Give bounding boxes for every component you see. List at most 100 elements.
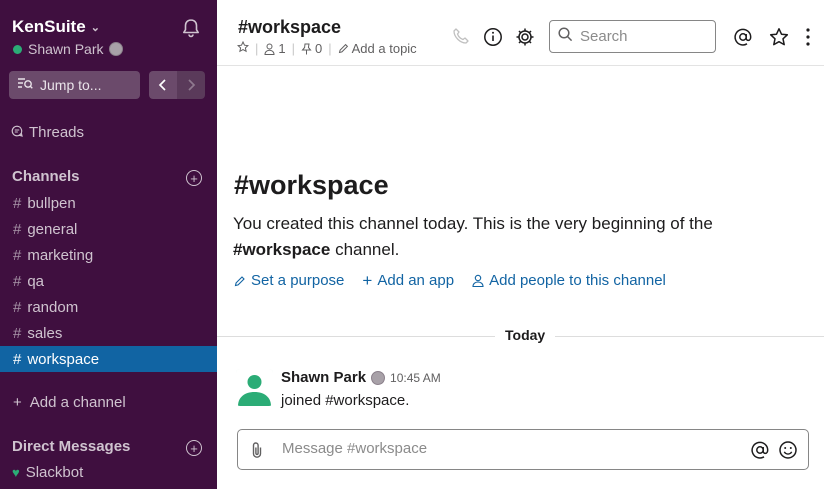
hash-icon: # <box>13 298 22 316</box>
hash-icon: # <box>13 220 22 238</box>
status-emoji-icon <box>371 370 386 385</box>
channel-label: random <box>27 298 79 316</box>
chevron-down-icon: ⌄ <box>90 21 100 34</box>
intro-text-prefix: You created this channel today. This is … <box>233 214 713 233</box>
jump-to-icon <box>17 77 33 94</box>
add-channel-label: Add a channel <box>29 394 126 411</box>
chevron-left-icon <box>158 79 166 91</box>
channel-list: # bullpen # general # marketing # qa # random… <box>0 190 217 372</box>
pins-button[interactable]: 0 <box>301 41 322 56</box>
current-user[interactable]: Shawn Park <box>13 41 124 57</box>
sidebar-item-slackbot[interactable]: ♥ Slackbot <box>12 464 83 481</box>
more-vertical-icon[interactable] <box>805 27 811 52</box>
info-icon[interactable] <box>483 27 503 52</box>
channels-heading[interactable]: Channels <box>12 168 80 185</box>
search-icon <box>558 27 573 46</box>
sidebar-item-threads[interactable]: Threads <box>11 124 84 141</box>
hash-icon: # <box>13 350 22 368</box>
gear-icon[interactable] <box>515 27 535 52</box>
history-back-button[interactable] <box>149 71 177 99</box>
channel-meta: | 1 | 0 | Add a topic <box>236 40 417 56</box>
intro-channel-name[interactable]: #workspace <box>233 240 330 259</box>
add-people-label: Add people to this channel <box>489 272 666 289</box>
phone-icon[interactable] <box>452 27 470 50</box>
add-app-label: Add an app <box>377 272 455 289</box>
set-purpose-link[interactable]: Set a purpose <box>234 272 344 289</box>
channel-label: sales <box>27 324 63 342</box>
sidebar-item-random[interactable]: # random <box>0 294 217 320</box>
search-placeholder: Search <box>580 28 628 45</box>
intro-text: You created this channel today. This is … <box>233 211 753 263</box>
date-divider-label[interactable]: Today <box>495 327 556 343</box>
sidebar-item-general[interactable]: # general <box>0 216 217 242</box>
person-icon <box>264 43 275 55</box>
add-channel-plus-icon[interactable]: + <box>186 170 202 186</box>
message-composer <box>237 429 809 470</box>
hash-icon: # <box>13 324 22 342</box>
presence-active-icon <box>13 44 22 54</box>
pencil-icon <box>338 43 348 54</box>
star-outline-icon[interactable] <box>236 40 250 56</box>
current-user-name: Shawn Park <box>28 41 104 57</box>
sidebar-item-sales[interactable]: # sales <box>0 320 217 346</box>
channel-label: general <box>27 220 78 238</box>
mentions-at-icon[interactable] <box>733 27 753 52</box>
threads-icon <box>11 124 23 141</box>
person-icon <box>472 274 484 287</box>
workspace-name: KenSuite <box>12 17 86 36</box>
add-dm-plus-icon[interactable]: + <box>186 440 202 456</box>
channel-header: #workspace | 1 | 0 | Add a topic Search <box>217 0 824 66</box>
add-channel-button[interactable]: + Add a channel <box>13 394 126 411</box>
avatar[interactable] <box>236 369 273 406</box>
message-text: joined #workspace. <box>281 392 410 409</box>
message-timestamp[interactable]: 10:45 AM <box>390 371 441 385</box>
set-purpose-label: Set a purpose <box>251 272 345 289</box>
sidebar-item-bullpen[interactable]: # bullpen <box>0 190 217 216</box>
add-app-link[interactable]: + Add an app <box>362 272 454 289</box>
sidebar: KenSuite ⌄ Shawn Park Jump to... Threads… <box>0 0 217 489</box>
star-icon[interactable] <box>769 27 789 52</box>
channel-label: qa <box>27 272 45 290</box>
hash-icon: # <box>13 272 22 290</box>
threads-label: Threads <box>29 124 85 141</box>
add-topic-label: Add a topic <box>351 41 417 56</box>
add-people-link[interactable]: Add people to this channel <box>472 272 666 289</box>
members-button[interactable]: 1 <box>264 41 286 56</box>
hash-icon: # <box>13 246 22 264</box>
sidebar-item-workspace[interactable]: # workspace <box>0 346 217 372</box>
plus-icon: + <box>362 271 373 290</box>
add-topic-button[interactable]: Add a topic <box>338 41 417 56</box>
direct-messages-heading[interactable]: Direct Messages <box>12 438 130 455</box>
mention-at-icon[interactable] <box>750 440 770 465</box>
status-emoji-icon <box>109 42 124 56</box>
message-header: Shawn Park 10:45 AM <box>281 369 441 386</box>
workspace-menu[interactable]: KenSuite ⌄ <box>12 17 100 37</box>
members-count: 1 <box>278 41 286 56</box>
intro-actions: Set a purpose + Add an app Add people to… <box>234 272 666 289</box>
message-input[interactable] <box>280 439 724 458</box>
sidebar-item-qa[interactable]: # qa <box>0 268 217 294</box>
chevron-right-icon <box>188 79 196 91</box>
search-input[interactable]: Search <box>549 20 716 53</box>
channel-label: workspace <box>27 350 100 368</box>
jump-to-label: Jump to... <box>40 77 102 93</box>
intro-text-suffix: channel. <box>330 240 400 259</box>
paperclip-icon[interactable] <box>250 441 264 464</box>
pin-icon <box>301 43 312 54</box>
hash-icon: # <box>13 194 22 212</box>
emoji-smiley-icon[interactable] <box>778 440 798 465</box>
jump-to-button[interactable]: Jump to... <box>9 71 140 99</box>
notifications-bell-icon[interactable] <box>180 17 202 44</box>
dm-label: Slackbot <box>25 464 84 481</box>
channel-title[interactable]: #workspace <box>238 17 341 38</box>
message-author[interactable]: Shawn Park <box>281 369 366 386</box>
pins-count: 0 <box>315 41 323 56</box>
heart-icon: ♥ <box>12 465 20 480</box>
history-nav <box>149 71 205 99</box>
plus-icon: + <box>13 394 22 411</box>
pencil-icon <box>234 275 245 286</box>
channel-label: bullpen <box>27 194 76 212</box>
sidebar-item-marketing[interactable]: # marketing <box>0 242 217 268</box>
channel-label: marketing <box>27 246 94 264</box>
history-forward-button[interactable] <box>177 71 205 99</box>
